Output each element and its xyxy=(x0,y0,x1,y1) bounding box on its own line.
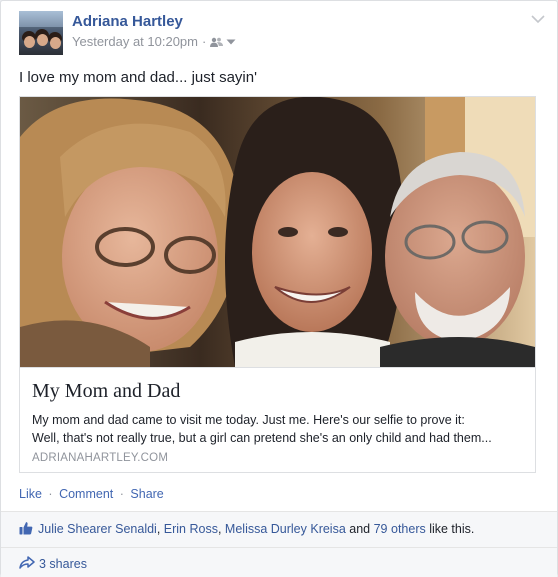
share-arrow-icon xyxy=(19,556,35,574)
audience-selector[interactable] xyxy=(210,37,236,47)
meta-separator: · xyxy=(202,34,207,49)
action-separator: · xyxy=(48,487,53,501)
shares-count-link[interactable]: 3 shares xyxy=(39,557,87,571)
likes-comma: , xyxy=(217,522,225,536)
caret-down-icon xyxy=(226,39,236,44)
avatar[interactable] xyxy=(19,11,63,55)
link-title[interactable]: My Mom and Dad xyxy=(32,380,180,403)
avatar-person-face xyxy=(37,34,48,46)
avatar-person-face xyxy=(24,36,35,48)
post-actions: Like · Comment · Share xyxy=(19,487,164,501)
chevron-down-icon xyxy=(531,15,545,24)
link-attachment[interactable]: My Mom and Dad My mom and dad came to vi… xyxy=(19,96,536,473)
link-preview-info[interactable]: My Mom and Dad My mom and dad came to vi… xyxy=(20,367,535,472)
author-name[interactable]: Adriana Hartley xyxy=(72,13,183,30)
post-header: Adriana Hartley Yesterday at 10:20pm · xyxy=(19,11,547,55)
likes-suffix: like this. xyxy=(425,522,475,536)
post-message: I love my mom and dad... just sayin' xyxy=(19,69,257,86)
friends-icon xyxy=(210,37,224,47)
shares-summary: 3 shares xyxy=(1,547,557,577)
likes-others-link[interactable]: 79 others xyxy=(374,522,426,536)
post-options-button[interactable] xyxy=(531,11,547,25)
selfie-photo-illustration xyxy=(20,97,535,367)
link-description-line: My mom and dad came to visit me today. J… xyxy=(32,413,465,427)
link-description-line: Well, that's not really true, but a girl… xyxy=(32,431,492,445)
selfie-photo[interactable] xyxy=(20,97,535,367)
likes-and: and xyxy=(345,522,374,536)
likes-comma: , xyxy=(156,522,164,536)
liker-name[interactable]: Julie Shearer Senaldi xyxy=(38,522,157,536)
like-link[interactable]: Like xyxy=(19,487,42,501)
link-description: My mom and dad came to visit me today. J… xyxy=(32,411,527,447)
action-separator: · xyxy=(119,487,124,501)
likes-text: Julie Shearer Senaldi, Erin Ross, Meliss… xyxy=(38,522,474,536)
comment-link[interactable]: Comment xyxy=(59,487,113,501)
liker-name[interactable]: Melissa Durley Kreisa xyxy=(225,522,346,536)
liker-name[interactable]: Erin Ross xyxy=(164,522,218,536)
share-link[interactable]: Share xyxy=(130,487,163,501)
likes-summary: Julie Shearer Senaldi, Erin Ross, Meliss… xyxy=(1,511,557,547)
avatar-sky xyxy=(19,11,63,27)
avatar-person-face xyxy=(50,37,61,49)
link-domain: ADRIANAHARTLEY.COM xyxy=(32,452,169,464)
post-timestamp[interactable]: Yesterday at 10:20pm xyxy=(72,34,198,49)
post-meta: Yesterday at 10:20pm · xyxy=(72,34,236,49)
post-card: Adriana Hartley Yesterday at 10:20pm · I… xyxy=(0,0,558,577)
thumbs-up-icon xyxy=(19,521,33,540)
